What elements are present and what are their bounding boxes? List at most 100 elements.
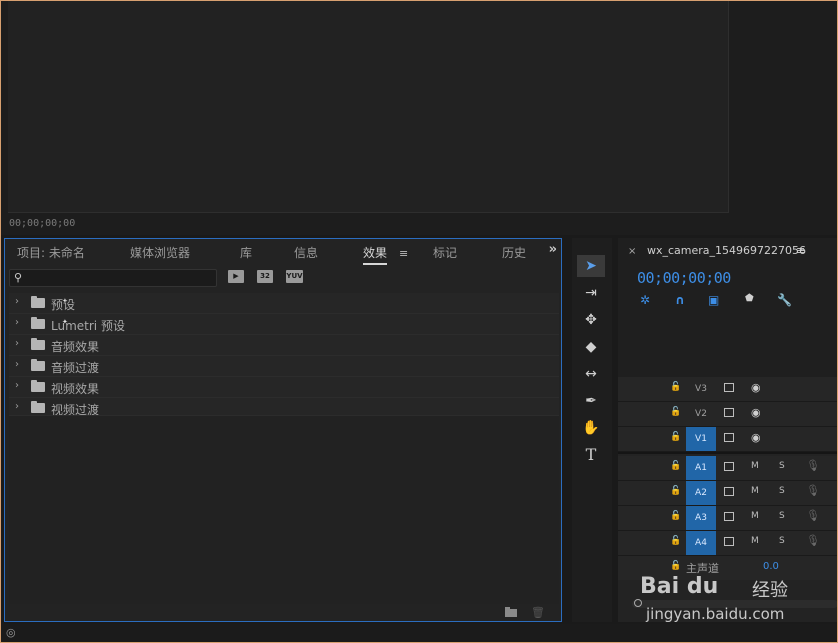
lock-icon[interactable]: 🔓	[670, 407, 681, 417]
lock-icon[interactable]: 🔓	[670, 561, 681, 571]
mute-button[interactable]: M	[751, 511, 759, 521]
mic-icon[interactable]: 🎙	[806, 459, 820, 472]
chevron-right-icon[interactable]: ›	[15, 401, 19, 412]
master-volume-value[interactable]: 0.0	[763, 561, 779, 572]
tree-item-lumetri-presets[interactable]: › ✦ Lumetri 预设	[9, 314, 559, 335]
status-icon[interactable]: ◎	[6, 626, 16, 639]
solo-button[interactable]: S	[779, 461, 785, 471]
selection-tool[interactable]: ➤	[577, 255, 605, 277]
audio-track-a4[interactable]: 🔓 A4 M S 🎙	[618, 531, 838, 556]
mic-icon[interactable]: 🎙	[806, 484, 820, 497]
track-label[interactable]: A3	[686, 506, 716, 530]
lock-icon[interactable]: 🔓	[670, 461, 681, 471]
sync-lock-icon[interactable]	[724, 512, 734, 521]
yuv-effects-icon[interactable]: YUV	[286, 270, 303, 283]
video-track-v1[interactable]: 🔓 V1 ◉	[618, 427, 838, 452]
slip-tool[interactable]: ↔	[577, 363, 605, 385]
audio-track-a2[interactable]: 🔓 A2 M S 🎙	[618, 481, 838, 506]
mic-icon[interactable]: 🎙	[806, 534, 820, 547]
tree-item-label: 音频效果	[51, 340, 100, 354]
mute-button[interactable]: M	[751, 536, 759, 546]
hand-tool[interactable]: ✋	[577, 417, 605, 439]
tab-libraries[interactable]: 库	[240, 244, 252, 261]
mute-button[interactable]: M	[751, 461, 759, 471]
tab-effects-label: 效果	[363, 246, 388, 260]
lock-icon[interactable]: 🔓	[670, 511, 681, 521]
tree-item-audio-transitions[interactable]: › 音频过渡	[9, 356, 559, 377]
tree-item-audio-effects[interactable]: › 音频效果	[9, 335, 559, 356]
audio-track-a3[interactable]: 🔓 A3 M S 🎙	[618, 506, 838, 531]
video-track-v3[interactable]: 🔓 V3 ◉	[618, 377, 838, 402]
lock-icon[interactable]: 🔓	[670, 536, 681, 546]
close-icon[interactable]: ×	[628, 246, 636, 257]
chevron-right-icon[interactable]: ›	[15, 380, 19, 391]
timeline-header: × wx_camera_1549697227056 ≡ 00;00;00;00 …	[618, 238, 838, 378]
new-bin-icon[interactable]	[505, 607, 517, 617]
chevron-right-icon[interactable]: ›	[15, 296, 19, 307]
tab-media-browser[interactable]: 媒体浏览器	[130, 244, 190, 261]
preset-folder-icon: ✦	[31, 317, 68, 329]
snap-icon[interactable]: ∩	[675, 293, 685, 307]
pen-tool[interactable]: ✒	[577, 390, 605, 412]
tree-item-video-effects[interactable]: › 视频效果	[9, 377, 559, 398]
accelerated-effects-icon[interactable]: ▶	[228, 270, 244, 283]
panel-menu-icon[interactable]: ≡	[399, 247, 408, 260]
sync-lock-icon[interactable]	[724, 462, 734, 471]
effects-tree: › ✦ 预设 › ✦ Lumetri 预设 › 音频效果 › 音频过渡 › 视频…	[9, 293, 559, 419]
chevron-right-icon[interactable]: ›	[15, 359, 19, 370]
sequence-tab[interactable]: wx_camera_1549697227056	[647, 244, 806, 257]
chevron-right-icon[interactable]: ›	[15, 338, 19, 349]
panel-tabs: 项目: 未命名 媒体浏览器 库 信息 效果 ≡ 标记 历史 »	[5, 239, 561, 265]
tabs-overflow-icon[interactable]: »	[549, 242, 557, 257]
search-input[interactable]	[28, 270, 212, 288]
32bit-effects-icon[interactable]: 32	[257, 270, 273, 283]
eye-icon[interactable]: ◉	[751, 431, 761, 444]
mute-button[interactable]: M	[751, 486, 759, 496]
sync-lock-icon[interactable]	[724, 383, 734, 392]
sync-lock-icon[interactable]	[724, 537, 734, 546]
video-track-v2[interactable]: 🔓 V2 ◉	[618, 402, 838, 427]
track-label[interactable]: A2	[686, 481, 716, 505]
eye-icon[interactable]: ◉	[751, 381, 761, 394]
watermark-logo: Bai du	[640, 574, 719, 599]
solo-button[interactable]: S	[779, 511, 785, 521]
track-select-tool[interactable]: ⇥	[577, 282, 605, 304]
linked-selection-icon[interactable]: ▣	[708, 293, 719, 307]
sync-lock-icon[interactable]	[724, 408, 734, 417]
track-label[interactable]: V1	[686, 427, 716, 451]
panel-menu-icon[interactable]: ≡	[796, 244, 805, 257]
wrench-icon[interactable]: 🔧	[777, 293, 792, 307]
track-label[interactable]: A4	[686, 531, 716, 555]
sync-lock-icon[interactable]	[724, 433, 734, 442]
chevron-right-icon[interactable]: ›	[15, 317, 19, 328]
track-label[interactable]: V3	[686, 377, 716, 401]
effects-panel: 项目: 未命名 媒体浏览器 库 信息 效果 ≡ 标记 历史 » ⚲ ▶ 32 Y…	[4, 238, 562, 622]
tab-markers[interactable]: 标记	[433, 244, 457, 261]
audio-track-a1[interactable]: 🔓 A1 M S 🎙	[618, 456, 838, 481]
tab-history[interactable]: 历史	[502, 244, 526, 261]
lock-icon[interactable]: 🔓	[670, 486, 681, 496]
type-tool[interactable]: T	[577, 444, 605, 466]
track-label[interactable]: V2	[686, 402, 716, 426]
monitor-timecode[interactable]: 00;00;00;00	[9, 218, 75, 229]
playhead-timecode[interactable]: 00;00;00;00	[637, 269, 731, 287]
trash-icon[interactable]: 🗑	[531, 606, 545, 619]
track-label[interactable]: A1	[686, 456, 716, 480]
solo-button[interactable]: S	[779, 486, 785, 496]
mic-icon[interactable]: 🎙	[806, 509, 820, 522]
tab-project[interactable]: 项目: 未命名	[17, 244, 85, 261]
lock-icon[interactable]: 🔓	[670, 432, 681, 442]
lock-icon[interactable]: 🔓	[670, 382, 681, 392]
solo-button[interactable]: S	[779, 536, 785, 546]
razor-tool[interactable]: ◆	[577, 336, 605, 358]
eye-icon[interactable]: ◉	[751, 406, 761, 419]
video-audio-divider[interactable]	[618, 452, 838, 454]
nest-icon[interactable]: ✲	[640, 293, 650, 307]
sync-lock-icon[interactable]	[724, 487, 734, 496]
tab-effects[interactable]: 效果	[363, 244, 388, 265]
tree-item-presets[interactable]: › ✦ 预设	[9, 293, 559, 314]
ripple-edit-tool[interactable]: ✥	[577, 309, 605, 331]
add-marker-icon[interactable]: ⬟	[745, 293, 754, 304]
tab-info[interactable]: 信息	[294, 244, 318, 261]
monitor-screen[interactable]	[8, 0, 729, 213]
